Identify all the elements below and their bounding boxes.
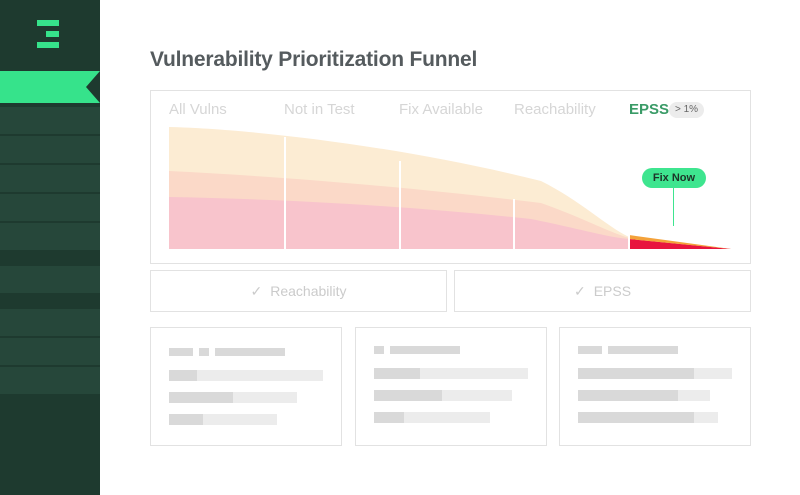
epss-threshold-badge: > 1%	[669, 102, 705, 118]
placeholder-text	[578, 346, 602, 354]
placeholder-text	[578, 390, 678, 401]
sidebar-item-active[interactable]	[0, 71, 100, 103]
sidebar	[0, 0, 100, 495]
stage-label-not-in-test[interactable]: Not in Test	[284, 101, 355, 118]
check-icon: ✓	[250, 282, 263, 299]
page-title: Vulnerability Prioritization Funnel	[150, 48, 478, 71]
sidebar-item[interactable]	[0, 165, 100, 192]
e-logo-icon[interactable]	[37, 20, 63, 48]
filter-reachability-button[interactable]: ✓ Reachability	[150, 270, 447, 312]
placeholder-text	[578, 412, 694, 423]
stage-label-epss[interactable]: EPSS	[629, 101, 669, 118]
placeholder-text	[374, 390, 442, 401]
sidebar-item[interactable]	[0, 338, 100, 365]
sidebar-item[interactable]	[0, 223, 100, 250]
placeholder-text	[169, 414, 203, 425]
fix-now-callout[interactable]: Fix Now	[642, 168, 706, 188]
placeholder-text	[374, 346, 384, 354]
vulnerability-card-placeholder[interactable]	[150, 327, 342, 446]
stage-label-all-vulns[interactable]: All Vulns	[169, 101, 227, 118]
placeholder-text	[374, 368, 420, 379]
sidebar-item[interactable]	[0, 309, 100, 336]
funnel-chart-card: All Vulns Not in Test Fix Available Reac…	[150, 90, 751, 264]
placeholder-text	[169, 370, 197, 381]
placeholder-text	[169, 348, 193, 356]
sidebar-item[interactable]	[0, 107, 100, 134]
sidebar-item[interactable]	[0, 136, 100, 163]
filter-label: EPSS	[593, 283, 632, 299]
stage-label-fix-available[interactable]: Fix Available	[399, 101, 483, 118]
stage-label-reachability[interactable]: Reachability	[514, 101, 596, 118]
placeholder-text	[215, 348, 285, 356]
vulnerability-card-placeholder[interactable]	[559, 327, 751, 446]
placeholder-text	[578, 368, 694, 379]
filter-epss-button[interactable]: ✓ EPSS	[454, 270, 751, 312]
placeholder-text	[374, 412, 404, 423]
filter-label: Reachability	[270, 283, 347, 299]
fix-now-connector	[673, 188, 674, 226]
placeholder-text	[390, 346, 460, 354]
vulnerability-card-placeholder[interactable]	[355, 327, 547, 446]
sidebar-item[interactable]	[0, 266, 100, 293]
placeholder-text	[608, 346, 678, 354]
check-icon: ✓	[573, 282, 586, 299]
placeholder-text	[199, 348, 209, 356]
sidebar-item[interactable]	[0, 194, 100, 221]
sidebar-item[interactable]	[0, 367, 100, 394]
placeholder-text	[169, 392, 233, 403]
